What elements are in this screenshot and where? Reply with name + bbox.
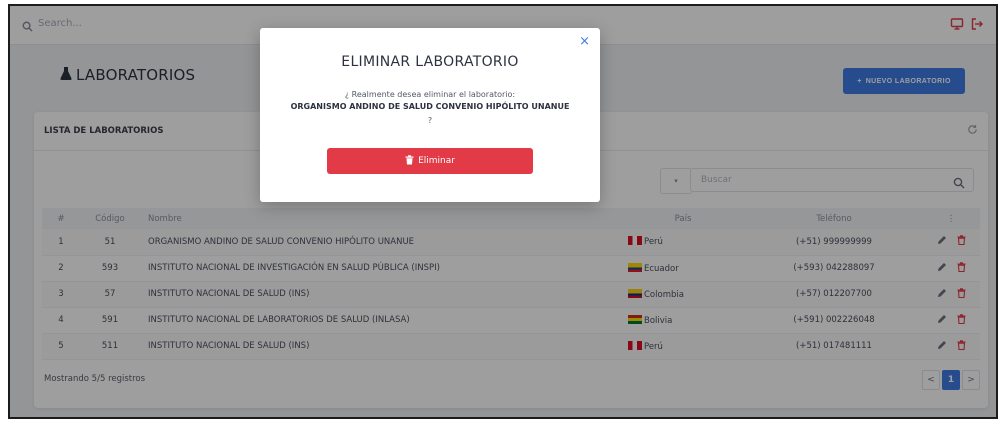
modal-question-end: ? (427, 116, 433, 125)
modal-title: ELIMINAR LABORATORIO (341, 54, 519, 70)
modal-laboratory-name: ORGANISMO ANDINO DE SALUD CONVENIO HIPÓL… (290, 102, 570, 111)
modal-question: ¿ Realmente desea eliminar el laboratori… (344, 90, 516, 99)
delete-laboratory-modal: × ELIMINAR LABORATORIO ¿ Realmente desea… (260, 28, 600, 202)
trash-icon (405, 154, 414, 168)
delete-button[interactable]: Eliminar (327, 148, 533, 174)
app-frame: Search... LABORATORIOS + NUEVO LABORATOR… (8, 4, 998, 419)
delete-button-label: Eliminar (418, 156, 455, 166)
close-icon[interactable]: × (579, 34, 590, 49)
